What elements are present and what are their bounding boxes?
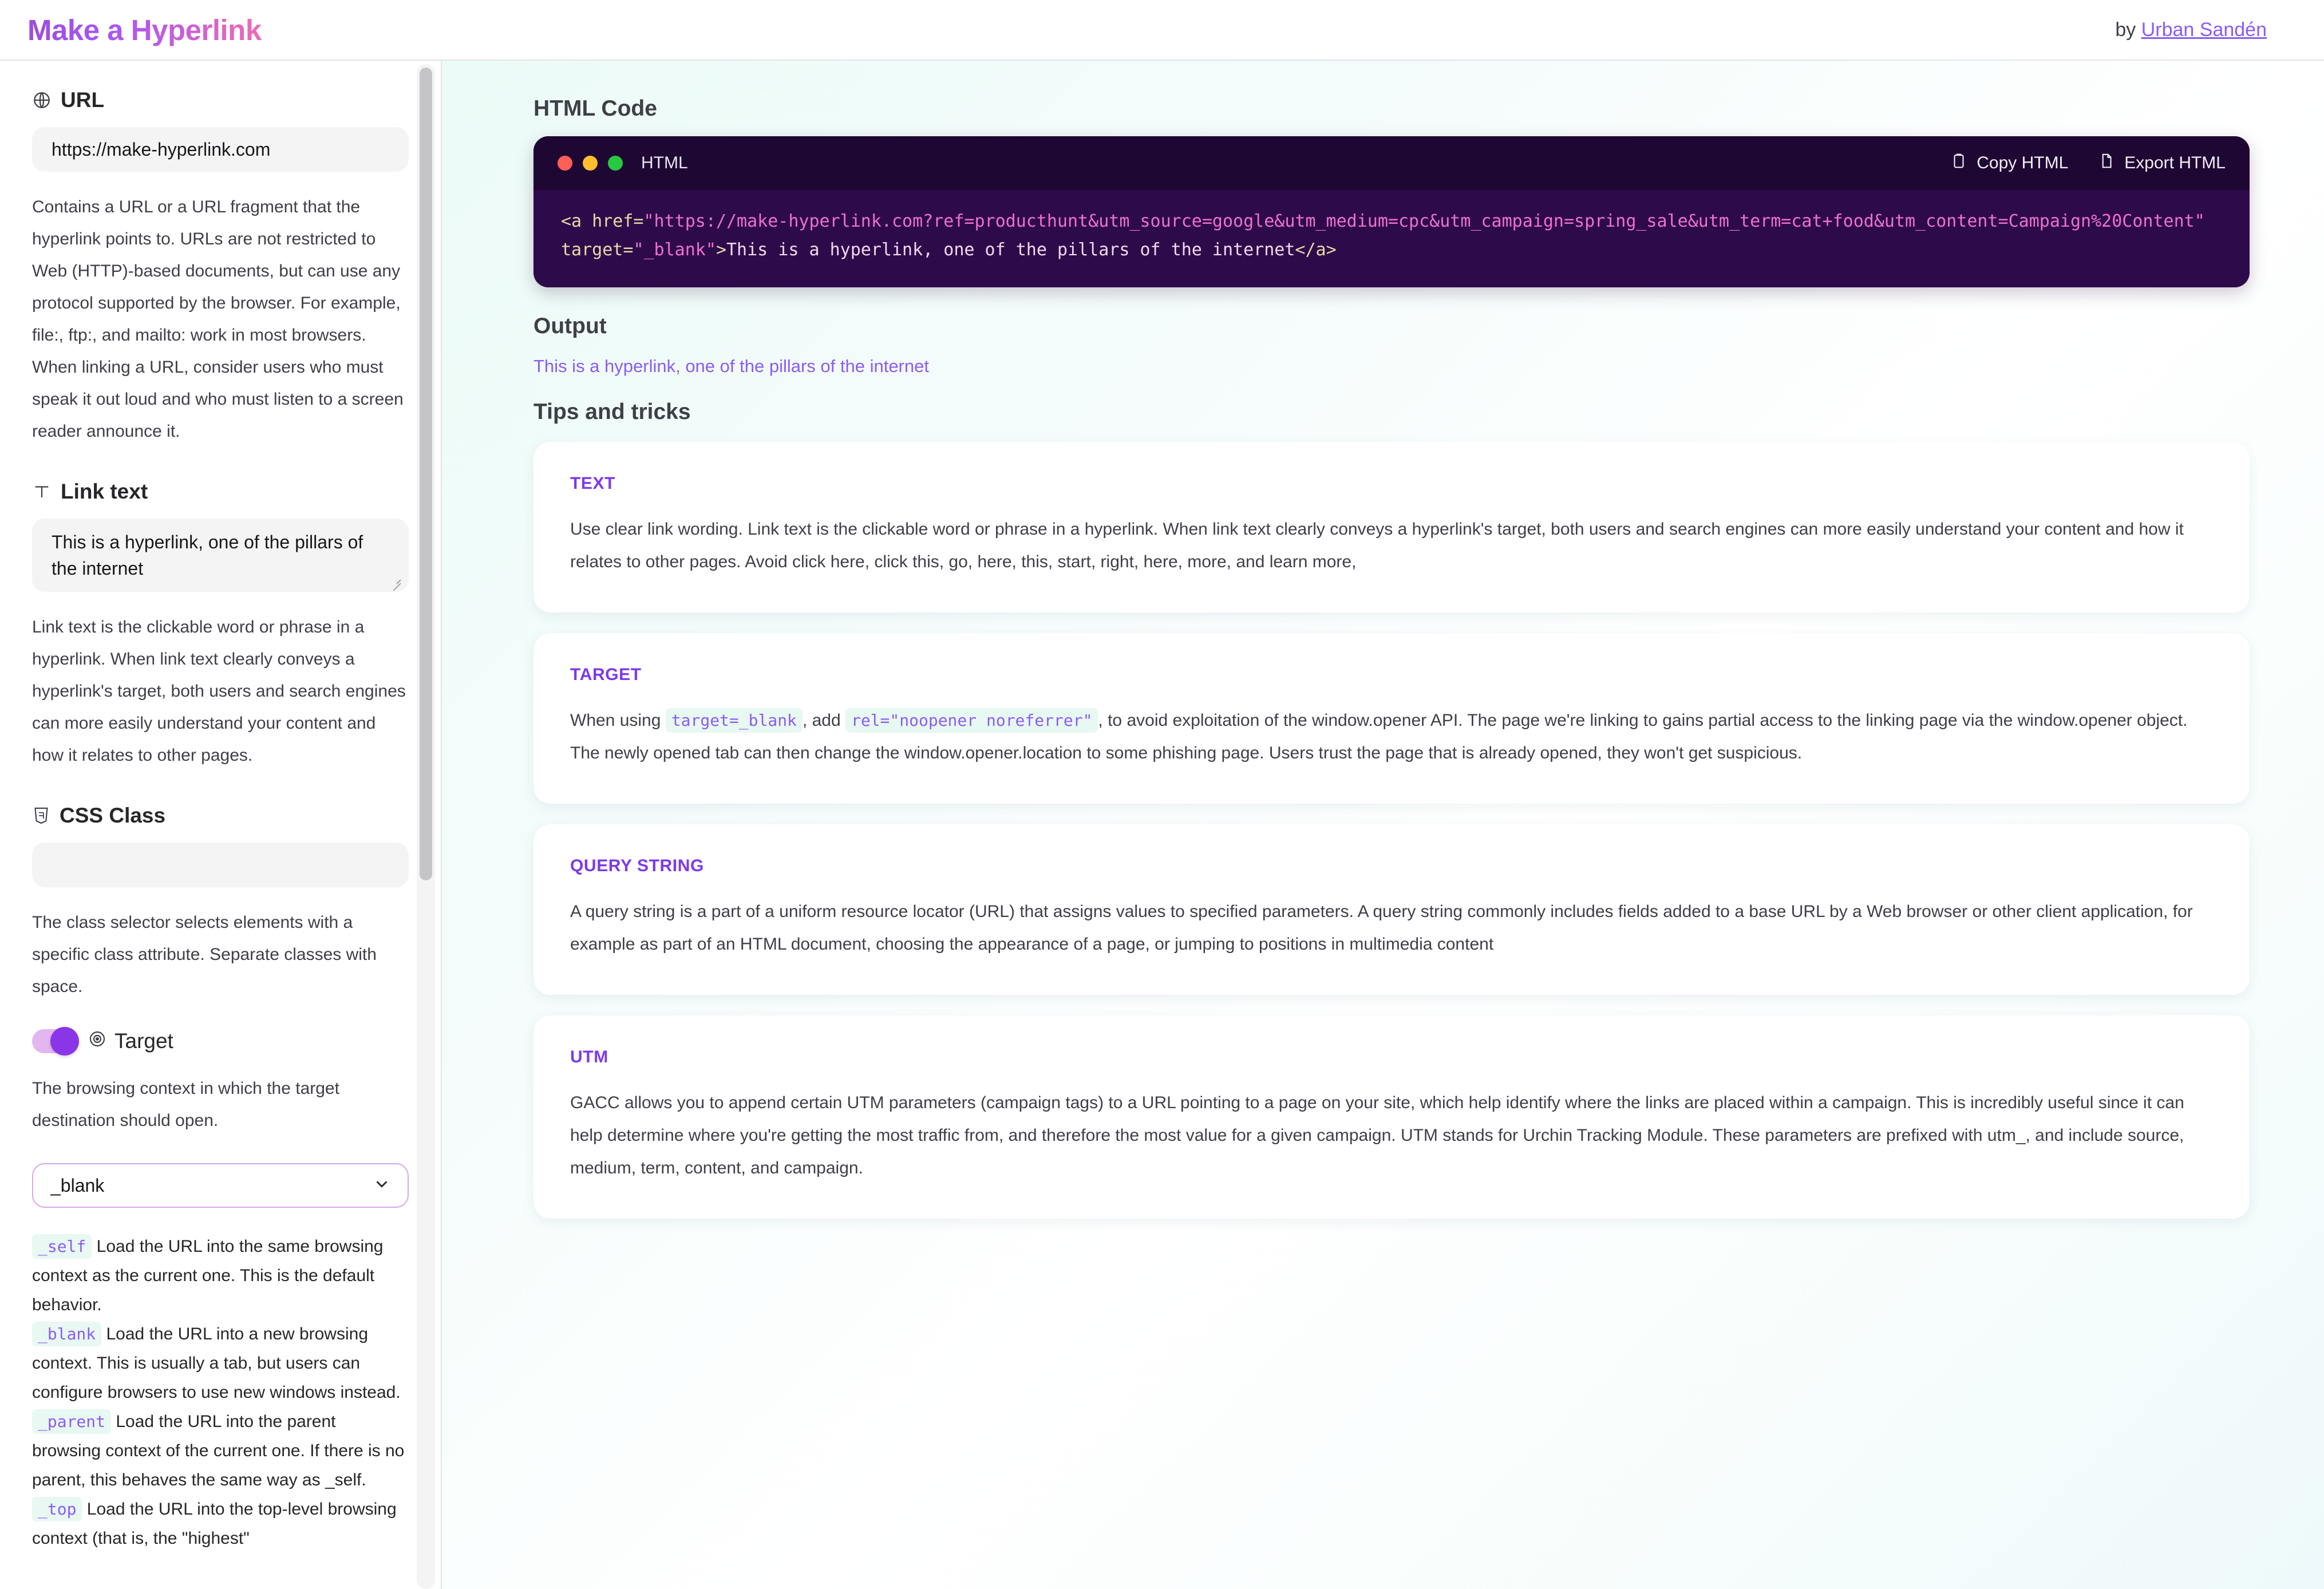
output-preview-link[interactable]: This is a hyperlink, one of the pillars … bbox=[533, 356, 929, 377]
text-icon bbox=[32, 482, 52, 501]
link-text-textarea-wrap bbox=[32, 519, 409, 592]
url-label-text: URL bbox=[61, 88, 105, 112]
url-field-label: URL bbox=[32, 88, 409, 112]
code-window-body[interactable]: <a href="https://make-hyperlink.com?ref=… bbox=[533, 190, 2250, 287]
tip-title-utm: UTM bbox=[570, 1048, 608, 1066]
tip-title-text: TEXT bbox=[570, 474, 616, 493]
target-label-text: Target bbox=[114, 1029, 173, 1053]
author-link[interactable]: Urban Sandén bbox=[2141, 19, 2267, 41]
css-class-help-text: The class selector selects elements with… bbox=[32, 913, 377, 996]
target-doc-top: _top Load the URL into the top-level bro… bbox=[32, 1495, 409, 1553]
code-language-label: HTML bbox=[641, 153, 688, 172]
target-doc-text-top: Load the URL into the top-level browsing… bbox=[32, 1500, 397, 1548]
page-title: Make a Hyperlink bbox=[27, 13, 262, 46]
code-window-actions: Copy HTML Export HTML bbox=[1950, 152, 2226, 174]
link-text-help-text: Link text is the clickable word or phras… bbox=[32, 618, 406, 765]
code-token-tag-close: </a> bbox=[1295, 240, 1337, 260]
code-token-tag-open: <a href= bbox=[561, 211, 644, 231]
tip-card-utm: UTM GACC allows you to append certain UT… bbox=[533, 1015, 2250, 1219]
tip-card-text: TEXT Use clear link wording. Link text i… bbox=[533, 442, 2250, 612]
globe-icon bbox=[32, 90, 52, 110]
code-token-target-value: "_blank" bbox=[633, 240, 716, 260]
url-help-text: Contains a URL or a URL fragment that th… bbox=[32, 197, 404, 441]
tip-body-target: When using target=_blank, add rel="noope… bbox=[570, 704, 2213, 769]
tip-title-query-string: QUERY STRING bbox=[570, 856, 704, 875]
code-window-header-left: HTML bbox=[558, 153, 688, 173]
tip-card-target: TARGET When using target=_blank, add rel… bbox=[533, 633, 2250, 804]
tip-body-text: Use clear link wording. Link text is the… bbox=[570, 520, 2184, 571]
tips-heading: Tips and tricks bbox=[533, 400, 691, 424]
target-doc-code-top: _top bbox=[32, 1497, 82, 1521]
tip-card-query-string: QUERY STRING A query string is a part of… bbox=[533, 824, 2250, 995]
byline: by Urban Sandén bbox=[2115, 19, 2267, 41]
settings-sidebar: URL Contains a URL or a URL fragment tha… bbox=[0, 61, 441, 1589]
tip-target-pre: When using bbox=[570, 711, 666, 730]
sidebar-scrollbar[interactable] bbox=[417, 64, 435, 1589]
tip-title-target: TARGET bbox=[570, 665, 642, 684]
tip-body-utm: GACC allows you to append certain UTM pa… bbox=[570, 1093, 2184, 1177]
target-toggle-row: Target bbox=[32, 1027, 409, 1056]
target-toggle-knob bbox=[50, 1027, 79, 1056]
tip-target-code-2: rel="noopener noreferrer" bbox=[845, 708, 1098, 733]
copy-html-button[interactable]: Copy HTML bbox=[1950, 152, 2068, 174]
html-code-heading: HTML Code bbox=[533, 96, 657, 121]
link-text-textarea[interactable] bbox=[32, 519, 409, 592]
target-doc-blank: _blank Load the URL into a new browsing … bbox=[32, 1319, 409, 1407]
code-window-header: HTML Copy HTML Export HTML bbox=[533, 136, 2250, 190]
sidebar-scrollbar-thumb[interactable] bbox=[420, 68, 432, 880]
css-class-label-text: CSS Class bbox=[60, 804, 166, 827]
css-class-field-label: CSS Class bbox=[32, 804, 409, 828]
tip-body-query-string: A query string is a part of a uniform re… bbox=[570, 902, 2193, 954]
code-token-gt: > bbox=[716, 240, 726, 260]
tip-target-mid: , add bbox=[802, 711, 845, 730]
target-options-docs: _self Load the URL into the same browsin… bbox=[32, 1232, 409, 1553]
copy-html-label: Copy HTML bbox=[1977, 153, 2069, 172]
css-class-input[interactable] bbox=[32, 843, 409, 887]
code-window: HTML Copy HTML Export HTML <a href="http… bbox=[533, 136, 2250, 287]
code-token-url-string: "https://make-hyperlink.com?ref=producth… bbox=[643, 211, 2205, 231]
byline-prefix: by bbox=[2115, 18, 2141, 41]
target-label: Target bbox=[88, 1029, 173, 1053]
export-html-label: Export HTML bbox=[2124, 153, 2226, 172]
target-help-text: The browsing context in which the target… bbox=[32, 1079, 339, 1130]
url-input[interactable] bbox=[32, 127, 409, 172]
target-toggle[interactable] bbox=[32, 1027, 79, 1056]
target-icon bbox=[88, 1029, 106, 1053]
window-maximize-dot-icon[interactable] bbox=[608, 156, 623, 171]
link-text-label-text: Link text bbox=[61, 480, 148, 503]
target-doc-self: _self Load the URL into the same browsin… bbox=[32, 1232, 409, 1319]
app-root: Make a Hyperlink by Urban Sandén URL Con… bbox=[0, 0, 2324, 1589]
target-select[interactable]: _blank bbox=[32, 1163, 409, 1208]
target-doc-code-blank: _blank bbox=[32, 1322, 102, 1346]
output-heading: Output bbox=[533, 314, 607, 338]
tips-list: TEXT Use clear link wording. Link text i… bbox=[533, 442, 2250, 1219]
window-minimize-dot-icon[interactable] bbox=[583, 156, 598, 171]
code-token-link-text: This is a hyperlink, one of the pillars … bbox=[726, 240, 1295, 260]
clipboard-icon bbox=[1950, 152, 1967, 174]
target-doc-code-self: _self bbox=[32, 1234, 92, 1259]
export-html-button[interactable]: Export HTML bbox=[2098, 152, 2226, 174]
code-token-target-attr: target= bbox=[561, 240, 634, 260]
file-icon bbox=[2098, 152, 2115, 174]
body-split: URL Contains a URL or a URL fragment tha… bbox=[0, 61, 2324, 1589]
main-content: HTML Code HTML Copy HTML Export HTML <a … bbox=[442, 61, 2324, 1589]
tip-target-code-1: target=_blank bbox=[665, 708, 803, 733]
target-doc-code-parent: _parent bbox=[32, 1409, 112, 1434]
target-select-wrap: _blank bbox=[32, 1163, 409, 1208]
target-doc-parent: _parent Load the URL into the parent bro… bbox=[32, 1407, 409, 1495]
top-header-bar: Make a Hyperlink by Urban Sandén bbox=[0, 0, 2324, 61]
window-close-dot-icon[interactable] bbox=[558, 156, 572, 171]
css3-shield-icon bbox=[32, 806, 50, 825]
link-text-field-label: Link text bbox=[32, 480, 409, 504]
